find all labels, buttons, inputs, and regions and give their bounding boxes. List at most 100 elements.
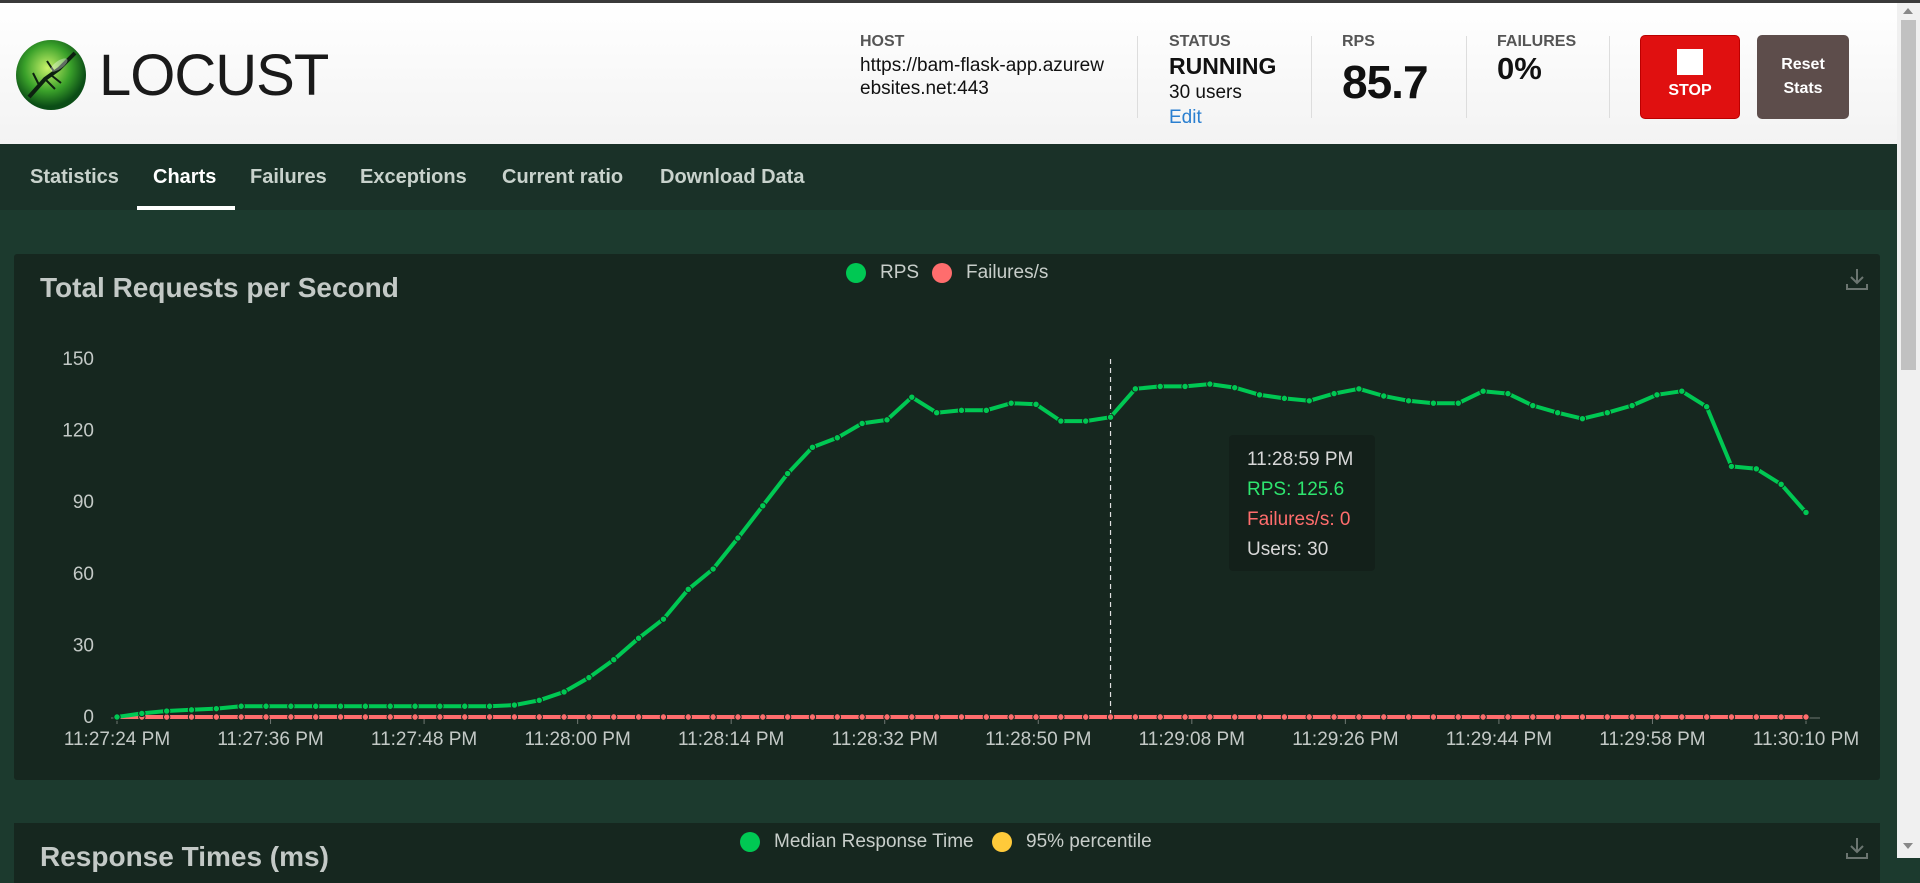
data-point bbox=[1106, 413, 1115, 421]
chart-tooltip: 11:28:59 PM RPS: 125.6 Failures/s: 0 Use… bbox=[1229, 435, 1375, 571]
legend-dot bbox=[740, 832, 760, 852]
y-tick-label: 0 bbox=[83, 707, 94, 728]
x-tick-label: 11:29:58 PM bbox=[1599, 729, 1705, 750]
data-point bbox=[560, 713, 568, 721]
data-point bbox=[1404, 713, 1413, 721]
scroll-up-icon[interactable] bbox=[1903, 8, 1913, 14]
data-point bbox=[610, 713, 618, 721]
data-point bbox=[312, 702, 320, 710]
data-point bbox=[1529, 401, 1537, 410]
data-point bbox=[1529, 713, 1537, 721]
data-point bbox=[1653, 713, 1661, 721]
y-tick-label: 120 bbox=[62, 421, 94, 442]
data-point bbox=[634, 713, 643, 721]
data-point bbox=[1603, 713, 1611, 721]
data-point bbox=[162, 713, 171, 721]
data-point bbox=[187, 706, 196, 714]
data-point bbox=[1479, 387, 1487, 395]
data-point bbox=[1578, 414, 1587, 423]
data-point bbox=[858, 419, 866, 428]
data-point bbox=[1653, 391, 1661, 399]
data-point bbox=[212, 704, 221, 713]
x-tick-label: 11:29:44 PM bbox=[1446, 729, 1552, 750]
chart-title: Response Times (ms) bbox=[40, 841, 329, 872]
data-point bbox=[684, 585, 692, 594]
data-point bbox=[908, 713, 916, 721]
series-line-rps bbox=[116, 382, 1808, 719]
x-tick-label: 11:30:10 PM bbox=[1753, 729, 1859, 750]
data-point bbox=[287, 713, 295, 721]
data-point bbox=[535, 713, 543, 721]
scroll-thumb[interactable] bbox=[1901, 20, 1916, 370]
data-point bbox=[336, 713, 345, 721]
scroll-down-icon[interactable] bbox=[1903, 843, 1913, 849]
data-point bbox=[1727, 462, 1736, 471]
data-point bbox=[386, 713, 394, 721]
data-point bbox=[1305, 713, 1313, 721]
x-tick-label: 11:28:14 PM bbox=[678, 729, 784, 750]
data-point bbox=[510, 701, 519, 709]
data-point bbox=[237, 713, 245, 721]
data-point bbox=[386, 702, 394, 710]
data-point bbox=[212, 713, 221, 721]
data-point bbox=[1231, 713, 1239, 721]
data-point bbox=[1702, 403, 1711, 411]
legend-median[interactable]: Median Response Time bbox=[740, 831, 974, 853]
data-point bbox=[634, 634, 643, 642]
data-point bbox=[808, 713, 817, 721]
data-point bbox=[1429, 399, 1438, 407]
data-point bbox=[957, 406, 966, 415]
data-point bbox=[1504, 389, 1512, 398]
data-point bbox=[932, 409, 941, 417]
data-point bbox=[1355, 713, 1363, 721]
data-point bbox=[1131, 713, 1140, 721]
data-point bbox=[1280, 394, 1289, 403]
legend-95-percentile[interactable]: 95% percentile bbox=[992, 831, 1152, 853]
data-point bbox=[461, 713, 469, 721]
data-point bbox=[1231, 383, 1239, 392]
data-point bbox=[411, 713, 419, 721]
data-point bbox=[535, 696, 543, 704]
data-point bbox=[1380, 392, 1388, 400]
x-tick-label: 11:27:36 PM bbox=[217, 729, 323, 750]
data-point bbox=[162, 707, 171, 715]
download-icon[interactable] bbox=[1844, 835, 1870, 861]
data-point bbox=[833, 713, 842, 721]
data-point bbox=[461, 702, 469, 710]
data-point bbox=[1802, 713, 1810, 721]
data-point bbox=[1280, 713, 1289, 721]
data-point bbox=[1479, 713, 1487, 721]
data-point bbox=[1330, 389, 1338, 398]
data-point bbox=[113, 713, 121, 721]
data-point bbox=[1380, 713, 1388, 721]
data-point bbox=[1553, 713, 1562, 721]
data-point bbox=[659, 713, 668, 721]
tooltip-rps: RPS: 125.6 bbox=[1247, 479, 1345, 500]
data-point bbox=[858, 713, 866, 721]
data-point bbox=[1404, 397, 1413, 405]
data-point bbox=[1255, 391, 1264, 399]
data-point bbox=[1131, 385, 1140, 393]
data-point bbox=[1057, 417, 1065, 425]
data-point bbox=[610, 656, 618, 664]
data-point bbox=[262, 702, 270, 710]
data-point bbox=[659, 615, 668, 623]
data-point bbox=[312, 713, 320, 721]
data-point bbox=[485, 713, 494, 721]
vertical-scrollbar[interactable] bbox=[1897, 3, 1920, 858]
data-point bbox=[1553, 409, 1562, 417]
data-point bbox=[1032, 400, 1040, 409]
data-point bbox=[833, 434, 842, 442]
data-point bbox=[510, 713, 519, 721]
x-tick-label: 11:28:00 PM bbox=[524, 729, 630, 750]
data-point bbox=[560, 688, 568, 696]
tooltip-users: Users: 30 bbox=[1247, 539, 1329, 560]
data-point bbox=[1628, 401, 1636, 410]
data-point bbox=[1678, 387, 1686, 395]
x-tick-label: 11:28:50 PM bbox=[985, 729, 1091, 750]
data-point bbox=[1702, 713, 1711, 721]
data-point bbox=[585, 673, 593, 682]
data-point bbox=[783, 713, 792, 721]
data-point bbox=[1081, 417, 1090, 425]
data-point bbox=[361, 713, 370, 721]
